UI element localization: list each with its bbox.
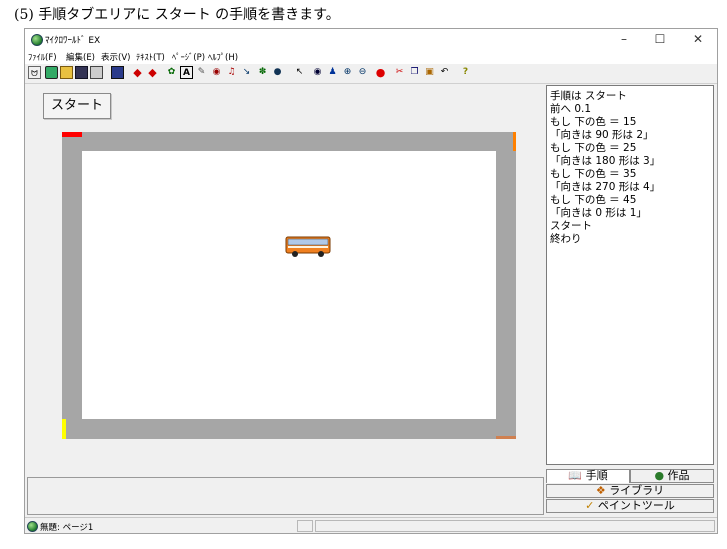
paste-icon[interactable]: ▣ bbox=[423, 66, 436, 79]
zoom-in-icon[interactable]: ⊕ bbox=[341, 66, 354, 79]
zoom-out-icon[interactable]: ⊖ bbox=[356, 66, 369, 79]
status-cell-1 bbox=[297, 520, 313, 532]
picture-icon[interactable]: ✽ bbox=[256, 66, 269, 79]
list-icon[interactable] bbox=[111, 66, 124, 79]
step-line[interactable]: 終わり bbox=[550, 231, 582, 246]
stop-icon[interactable]: ● bbox=[374, 66, 387, 79]
menu-text[interactable]: ﾃｷｽﾄ(T) bbox=[136, 51, 165, 63]
instruction-caption: (5) 手順タブエリアに スタート の手順を書きます。 bbox=[14, 7, 340, 23]
stage-area[interactable]: スタート bbox=[27, 85, 542, 465]
status-cell-2 bbox=[315, 520, 715, 532]
menu-page[interactable]: ﾍﾟｰｼﾞ(P) bbox=[172, 51, 205, 63]
bus-character[interactable] bbox=[285, 236, 331, 258]
white-field bbox=[82, 151, 496, 419]
maximize-button[interactable]: ☐ bbox=[645, 31, 675, 47]
right-arrow-icon[interactable]: ◆ bbox=[146, 66, 159, 79]
tab-paint-label: ペイントツール bbox=[597, 499, 675, 512]
gray-track bbox=[62, 132, 516, 439]
person-icon[interactable]: ♟ bbox=[326, 66, 339, 79]
book-icon: 📖 bbox=[568, 469, 583, 482]
left-arrow-icon[interactable]: ◆ bbox=[131, 66, 144, 79]
menu-file[interactable]: ﾌｧｲﾙ(F) bbox=[28, 51, 57, 63]
pointer-icon[interactable]: ᗢ bbox=[28, 66, 41, 79]
tab-paint-tool[interactable]: ✓ ペイントツール bbox=[546, 499, 714, 513]
tab-steps-label: 手順 bbox=[585, 469, 608, 482]
paint-brush-icon: ✓ bbox=[585, 499, 595, 512]
close-button[interactable]: ✕ bbox=[683, 31, 713, 47]
globe-icon[interactable]: ● bbox=[271, 66, 284, 79]
copy-icon[interactable]: ❐ bbox=[408, 66, 421, 79]
text-icon[interactable]: A bbox=[180, 66, 193, 79]
save-icon[interactable] bbox=[75, 66, 88, 79]
app-window: ﾏｲｸﾛﾜｰﾙﾄﾞ EX – ☐ ✕ ﾌｧｲﾙ(F) 編集(E) 表示(V) ﾃ… bbox=[24, 28, 718, 534]
app-globe-icon bbox=[31, 34, 43, 46]
brush-icon[interactable]: ↘ bbox=[240, 66, 253, 79]
brown-marker bbox=[496, 436, 516, 439]
open-icon[interactable] bbox=[60, 66, 73, 79]
orange-marker bbox=[513, 132, 516, 151]
tab-library[interactable]: ❖ ライブラリ bbox=[546, 484, 714, 498]
yellow-marker bbox=[62, 419, 66, 439]
menu-edit[interactable]: 編集(E) bbox=[66, 51, 95, 63]
tab-works-label: 作品 bbox=[667, 469, 690, 482]
undo-icon[interactable]: ↶ bbox=[438, 66, 451, 79]
menu-bar: ﾌｧｲﾙ(F) 編集(E) 表示(V) ﾃｷｽﾄ(T) ﾍﾟｰｼﾞ(P) ﾍﾙﾌ… bbox=[25, 49, 717, 64]
message-area[interactable] bbox=[27, 477, 544, 515]
new-icon[interactable] bbox=[45, 66, 58, 79]
library-icon: ❖ bbox=[595, 484, 606, 497]
status-page-title: 無題: ページ1 bbox=[40, 523, 94, 533]
menu-view[interactable]: 表示(V) bbox=[101, 51, 130, 63]
status-globe-icon bbox=[27, 521, 38, 532]
minimize-button[interactable]: – bbox=[609, 31, 639, 47]
pen-icon[interactable]: ✎ bbox=[195, 66, 208, 79]
tab-library-label: ライブラリ bbox=[609, 484, 665, 497]
red-marker bbox=[62, 132, 82, 137]
character-icon[interactable]: ✿ bbox=[165, 66, 178, 79]
help-icon[interactable]: ? bbox=[459, 66, 472, 79]
tab-works[interactable]: ● 作品 bbox=[630, 469, 714, 483]
eye-icon[interactable]: ◉ bbox=[210, 66, 223, 79]
print-icon[interactable] bbox=[90, 66, 103, 79]
menu-help[interactable]: ﾍﾙﾌﾟ(H) bbox=[208, 51, 238, 63]
status-bar: 無題: ページ1 bbox=[25, 517, 717, 533]
steps-editor[interactable]: 手順は スタート 前へ 0.1 もし 下の色 ＝ 15 「向きは 90 形は 2… bbox=[546, 85, 714, 465]
view-icon[interactable]: ◉ bbox=[311, 66, 324, 79]
window-title: ﾏｲｸﾛﾜｰﾙﾄﾞ EX bbox=[45, 36, 101, 46]
tab-steps[interactable]: 📖 手順 bbox=[546, 469, 630, 483]
music-icon[interactable]: ♫ bbox=[225, 66, 238, 79]
title-bar: ﾏｲｸﾛﾜｰﾙﾄﾞ EX – ☐ ✕ bbox=[25, 29, 717, 49]
globe-icon: ● bbox=[654, 469, 665, 482]
toolbar: ᗢ ◆ ◆ ✿ A ✎ ◉ ♫ ↘ ✽ ● ↖ ◉ ♟ ⊕ ⊖ ● ✂ ❐ ▣ … bbox=[25, 65, 717, 84]
cursor-icon[interactable]: ↖ bbox=[293, 66, 306, 79]
scissors-icon[interactable]: ✂ bbox=[393, 66, 406, 79]
start-button[interactable]: スタート bbox=[43, 93, 111, 119]
